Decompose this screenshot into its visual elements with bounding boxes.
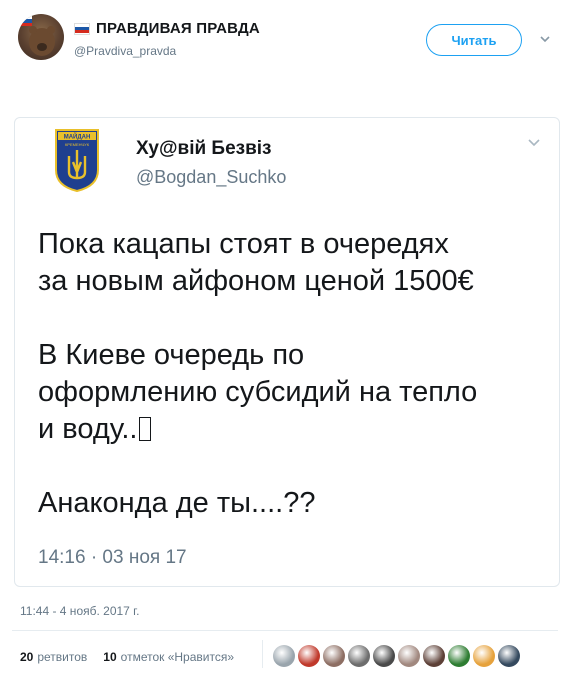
quoted-tweet-text: Пока кацапы стоят в очередях за новым ай… — [38, 226, 550, 522]
missing-emoji-icon — [139, 417, 152, 441]
retweets-count[interactable]: 20 — [20, 650, 33, 664]
liker-avatar[interactable] — [398, 645, 420, 667]
liker-avatar[interactable] — [373, 645, 395, 667]
liker-avatar[interactable] — [273, 645, 295, 667]
likers-avatar-list — [273, 645, 520, 667]
quoted-timestamp[interactable]: 14:16 · 03 ноя 17 — [38, 547, 187, 569]
tweet-line: оформлению субсидий на тепло — [38, 376, 478, 408]
tweet-line: Пока кацапы стоят в очередях — [38, 228, 449, 260]
quoted-handle[interactable]: @Bogdan_Suchko — [136, 167, 286, 188]
russia-flag-icon — [74, 22, 90, 35]
author-avatar[interactable] — [18, 14, 64, 60]
retweets-label[interactable]: ретвитов — [37, 650, 87, 664]
bear-silhouette-icon — [29, 26, 55, 56]
badge-top-text: МАЙДАН — [64, 133, 91, 141]
author-name-line: ПРАВДИВАЯ ПРАВДА — [74, 20, 260, 37]
liker-avatar[interactable] — [323, 645, 345, 667]
liker-avatar[interactable] — [423, 645, 445, 667]
tweet-stats: 20 ретвитов 10 отметок «Нравится» — [20, 650, 234, 664]
liker-avatar[interactable] — [348, 645, 370, 667]
tweet-line: Анаконда де ты....?? — [38, 487, 316, 519]
chevron-down-icon[interactable] — [538, 32, 552, 46]
tweet-line: за новым айфоном ценой 1500€ — [38, 265, 474, 297]
divider — [12, 630, 558, 631]
liker-avatar[interactable] — [498, 645, 520, 667]
badge-bottom-text: КРЕМЕНЧУК — [65, 142, 90, 147]
chevron-down-icon[interactable] — [526, 136, 542, 150]
liker-avatar[interactable] — [298, 645, 320, 667]
likes-label[interactable]: отметок «Нравится» — [121, 650, 234, 664]
follow-button[interactable]: Читать — [426, 24, 522, 56]
tweet-line: и воду.. — [38, 413, 138, 445]
author-handle[interactable]: @Pravdiva_pravda — [74, 44, 176, 58]
liker-avatar[interactable] — [473, 645, 495, 667]
quoted-display-name[interactable]: Ху@вій Безвіз — [136, 138, 272, 160]
tweet-line: В Киеве очередь по — [38, 339, 305, 371]
stats-separator — [262, 640, 263, 668]
maidan-shield-icon[interactable]: МАЙДАН КРЕМЕНЧУК — [54, 128, 100, 192]
tweet-timestamp[interactable]: 11:44 - 4 нояб. 2017 г. — [20, 604, 139, 618]
author-display-name[interactable]: ПРАВДИВАЯ ПРАВДА — [96, 20, 260, 37]
liker-avatar[interactable] — [448, 645, 470, 667]
likes-count[interactable]: 10 — [103, 650, 116, 664]
